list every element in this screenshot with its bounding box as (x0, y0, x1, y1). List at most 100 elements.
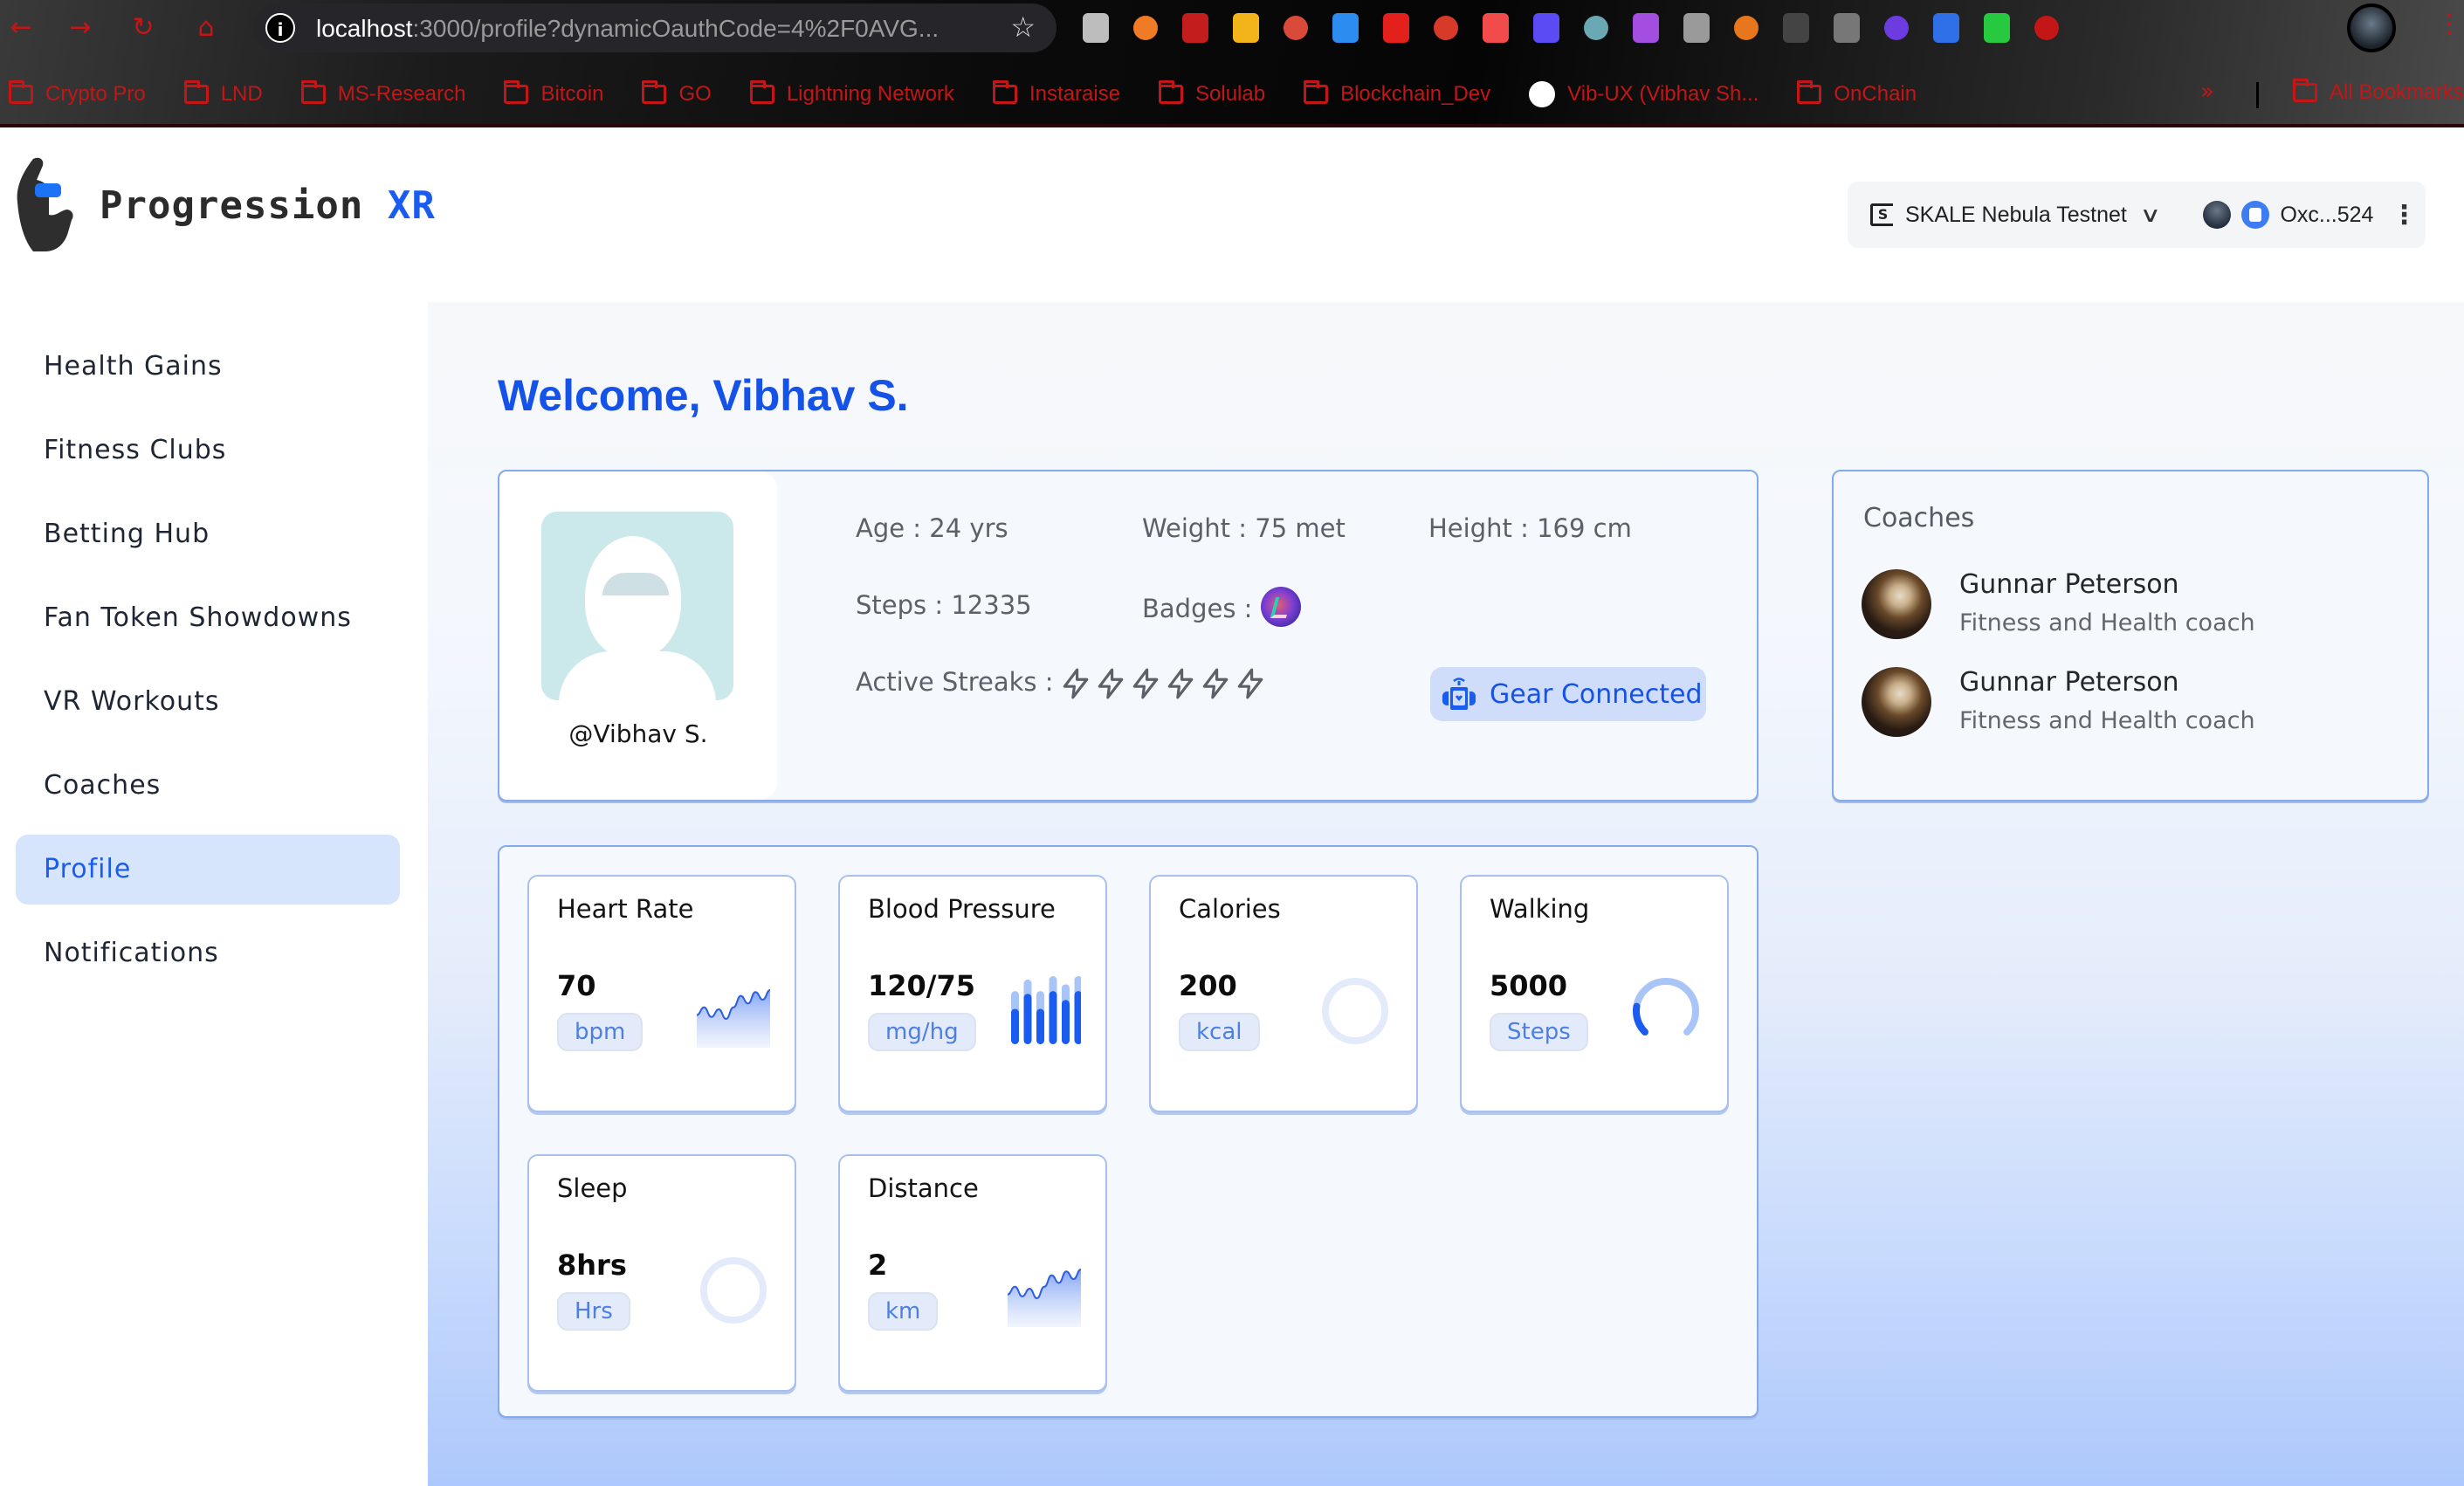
extension-icon[interactable] (1284, 16, 1308, 40)
reload-icon[interactable]: ↻ (126, 10, 161, 45)
page-title: Welcome, Vibhav S. (498, 371, 909, 420)
extension-icon[interactable] (2034, 16, 2059, 40)
metric-value: 2 (868, 1249, 888, 1282)
metric-title: Calories (1179, 894, 1281, 924)
bookmark-item[interactable]: Solulab (1159, 80, 1265, 107)
sidebar-item-label: Profile (44, 854, 132, 884)
bookmark-item[interactable]: Crypto Pro (9, 80, 146, 107)
folder-icon (642, 80, 667, 104)
extension-icon[interactable] (1383, 13, 1409, 43)
extension-icon[interactable] (1483, 13, 1509, 43)
home-icon[interactable]: ⌂ (189, 10, 224, 45)
folder-icon (992, 80, 1017, 104)
sidebar-item-coaches[interactable]: Coaches (16, 751, 400, 821)
bookmark-label: OnChain (1834, 82, 1917, 106)
bookmark-item[interactable]: Vib-UX (Vibhav Sh... (1529, 81, 1759, 107)
coach-item[interactable]: Gunnar Peterson Fitness and Health coach (1862, 569, 2403, 643)
metric-unit-badge: Hrs (557, 1292, 630, 1331)
bookmark-item[interactable]: OnChain (1797, 80, 1917, 107)
wearable-device-icon (1442, 678, 1476, 712)
logo-icon[interactable] (14, 154, 93, 258)
metric-card-distance[interactable]: Distance 2 km (838, 1154, 1107, 1392)
extension-icon[interactable] (1533, 13, 1559, 43)
bookmark-star-icon[interactable]: ☆ (1010, 10, 1036, 44)
folder-icon (300, 80, 326, 104)
site-info-icon[interactable]: i (265, 13, 295, 43)
extension-icon[interactable] (1233, 13, 1259, 43)
extension-icon[interactable] (1933, 13, 1959, 43)
metric-card-calories[interactable]: Calories 200 kcal (1149, 875, 1418, 1112)
bookmark-item[interactable]: Instaraise (992, 80, 1120, 107)
bookmark-item[interactable]: Bitcoin (504, 80, 603, 107)
sidebar-item-vr-workouts[interactable]: VR Workouts (16, 667, 400, 737)
metric-value: 120/75 (868, 969, 976, 1002)
extension-icon[interactable] (1783, 13, 1809, 43)
network-selector[interactable]: SKALE Nebula Testnet (1905, 203, 2127, 228)
extension-icon[interactable] (1734, 16, 1759, 40)
wallet-widget: S SKALE Nebula Testnet ∨ Oxc...524 ⋮ (1848, 182, 2426, 248)
extension-icon[interactable] (1133, 16, 1158, 40)
extension-icon[interactable] (1683, 13, 1710, 43)
ring-track (1633, 978, 1699, 1036)
avatar-panel: @Vibhav S. (499, 471, 777, 800)
forward-icon[interactable]: → (63, 10, 98, 45)
metric-card-sleep[interactable]: Sleep 8hrs Hrs (527, 1154, 796, 1392)
steps-stat: Steps : 12335 (856, 590, 1032, 620)
folder-icon (1159, 80, 1183, 104)
sidebar-item-label: Fan Token Showdowns (44, 602, 352, 633)
sparkline-area (1008, 1269, 1081, 1327)
sidebar-item-betting-hub[interactable]: Betting Hub (16, 499, 400, 569)
bookmark-label: Vib-UX (Vibhav Sh... (1567, 82, 1759, 106)
bookmark-item[interactable]: GO (642, 80, 712, 107)
extension-icon[interactable] (1083, 13, 1109, 43)
extension-icon[interactable] (1884, 16, 1909, 40)
lightning-bolt-icon (1098, 668, 1123, 699)
extension-icon[interactable] (1182, 13, 1208, 43)
extension-icon[interactable] (1434, 16, 1458, 40)
extension-icon[interactable] (1834, 13, 1860, 43)
sidebar-item-fan-token-showdowns[interactable]: Fan Token Showdowns (16, 583, 400, 653)
url-text[interactable]: localhost:3000/profile?dynamicOauthCode=… (316, 15, 939, 43)
metric-value: 5000 (1490, 969, 1568, 1002)
metric-card-blood-pressure[interactable]: Blood Pressure 120/75 mg/hg (838, 875, 1107, 1112)
sidebar-item-profile[interactable]: Profile (16, 835, 400, 905)
gear-connected-badge[interactable]: Gear Connected (1430, 667, 1706, 721)
bookmark-item[interactable]: MS-Research (300, 80, 465, 107)
extension-icon[interactable] (1332, 13, 1359, 43)
bookmark-item[interactable]: Lightning Network (749, 80, 954, 107)
wallet-menu-icon[interactable]: ⋮ (2391, 200, 2417, 230)
all-bookmarks-button[interactable]: All Bookmarks (2293, 79, 2463, 105)
extension-icon[interactable] (1984, 13, 2010, 43)
bookmark-item[interactable]: LND (183, 80, 263, 107)
sidebar-item-label: Fitness Clubs (44, 435, 227, 465)
browser-menu-icon[interactable]: ⋮ (2436, 9, 2462, 39)
streaks-stat: Active Streaks : (856, 667, 1267, 700)
folder-icon (504, 80, 529, 104)
metric-card-walking[interactable]: Walking 5000 Steps (1460, 875, 1729, 1112)
lightning-bolt-icon (1167, 668, 1193, 699)
coach-item[interactable]: Gunnar Peterson Fitness and Health coach (1862, 667, 2403, 740)
badge-icon[interactable] (1261, 587, 1302, 627)
browser-profile-avatar[interactable] (2347, 3, 2396, 52)
bookmarks-overflow-button[interactable]: » (2200, 79, 2214, 105)
sidebar-item-notifications[interactable]: Notifications (16, 918, 400, 988)
skale-chain-icon: S (1870, 203, 1893, 226)
wallet-address[interactable]: Oxc...524 (2280, 203, 2373, 228)
bookmark-item[interactable]: Blockchain_Dev (1304, 80, 1490, 107)
address-bar[interactable]: i localhost:3000/profile?dynamicOauthCod… (253, 3, 1056, 52)
extension-icon[interactable] (1584, 16, 1608, 40)
back-icon[interactable]: ← (3, 10, 38, 45)
sidebar-item-fitness-clubs[interactable]: Fitness Clubs (16, 416, 400, 485)
profile-avatar[interactable] (541, 512, 733, 700)
wallet-avatar[interactable] (2203, 201, 2232, 229)
sidebar-item-health-gains[interactable]: Health Gains (16, 332, 400, 402)
bookmark-label: Crypto Pro (45, 82, 146, 106)
wallet-icon (2241, 201, 2270, 229)
metric-value: 200 (1179, 969, 1237, 1002)
extension-icon[interactable] (1633, 13, 1659, 43)
bookmarks-bar: Crypto Pro LND MS-Research Bitcoin GO Lightni… (0, 77, 1946, 112)
metric-card-heart-rate[interactable]: Heart Rate 70 bpm (527, 875, 796, 1112)
chevron-down-icon[interactable]: ∨ (2139, 203, 2161, 227)
ring-progress (1633, 1002, 1648, 1036)
ring-track (700, 1257, 767, 1324)
